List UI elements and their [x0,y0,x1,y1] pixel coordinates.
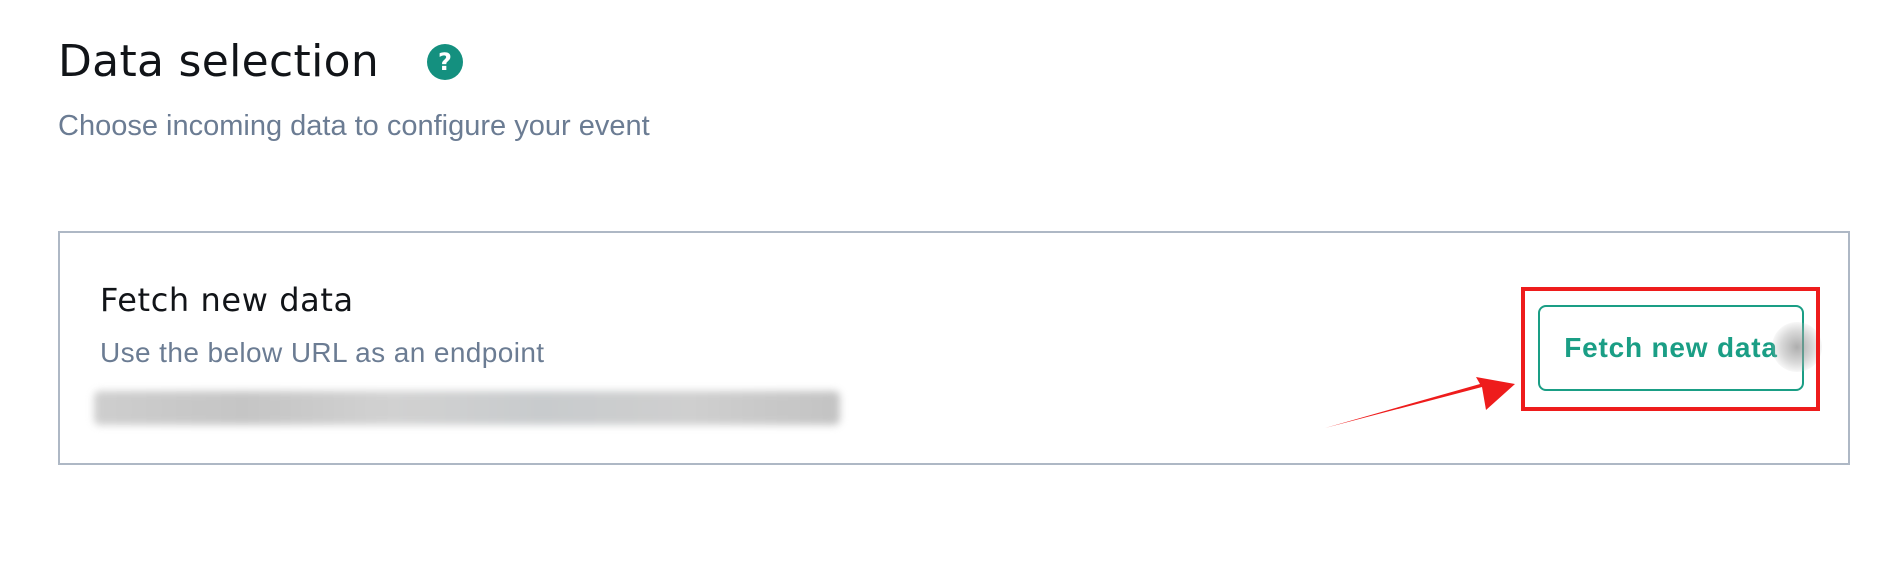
page-header: Data selection ? Choose incoming data to… [58,34,650,143]
redacted-endpoint-url [94,391,840,425]
page-subtitle: Choose incoming data to configure your e… [58,110,650,142]
card-title: Fetch new data [100,281,354,319]
card-description: Use the below URL as an endpoint [100,337,545,368]
page-title: Data selection [58,36,380,87]
title-row: Data selection ? [58,34,650,90]
question-circle-icon[interactable]: ? [427,44,464,80]
page: Data selection ? Choose incoming data to… [0,0,1904,580]
annotation-highlight-box [1521,287,1820,411]
